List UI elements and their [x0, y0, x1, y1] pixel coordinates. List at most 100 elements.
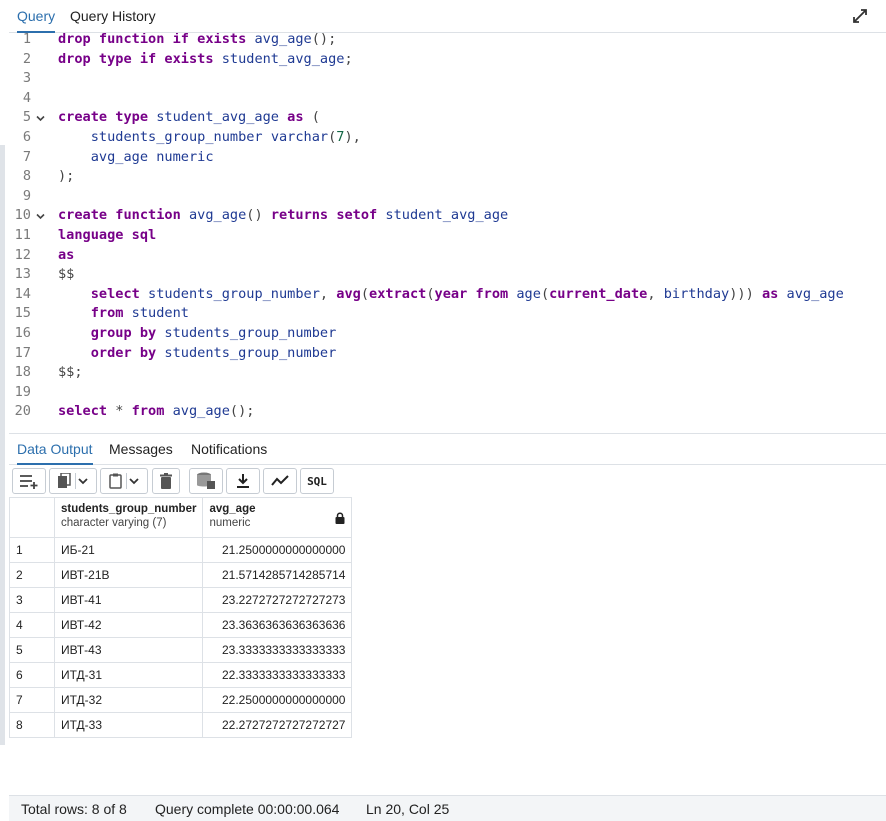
- column-type: numeric: [209, 517, 251, 529]
- sql-editor[interactable]: 1 drop function if exists avg_age(); 2 drop…: [9, 33, 886, 433]
- cell-group-number[interactable]: ИВТ-41: [53, 587, 204, 613]
- code-token: birthday: [663, 285, 730, 302]
- table-row[interactable]: 1 ИБ-21 21.2500000000000000: [9, 537, 353, 563]
- code-line[interactable]: 4: [9, 89, 886, 109]
- code-token: avg: [336, 285, 361, 302]
- code-line[interactable]: 13 $$: [9, 265, 886, 285]
- row-number-header: [9, 497, 55, 538]
- save-data-button[interactable]: [189, 468, 223, 494]
- code-line[interactable]: 12 as: [9, 246, 886, 266]
- cell-group-number[interactable]: ИБ-21: [53, 537, 204, 563]
- row-number: 1: [9, 537, 55, 563]
- cell-group-number[interactable]: ИТД-33: [53, 712, 204, 738]
- code-line[interactable]: 17 order by students_group_number: [9, 344, 886, 364]
- cell-avg-age[interactable]: 22.3333333333333333: [202, 662, 353, 688]
- code-token: *: [115, 403, 132, 420]
- lock-icon: [335, 512, 345, 527]
- tab-notifications[interactable]: Notifications: [191, 441, 267, 465]
- code-line[interactable]: 7 avg_age numeric: [9, 148, 886, 168]
- code-token: (: [426, 285, 435, 302]
- code-token: order: [90, 344, 140, 361]
- code-line[interactable]: 20 select * from avg_age();: [9, 402, 886, 422]
- paste-button[interactable]: [100, 468, 148, 494]
- code-text: students_group_number varchar(7),: [58, 128, 361, 148]
- code-line[interactable]: 14 select students_group_number, avg(ext…: [9, 285, 886, 305]
- cell-group-number[interactable]: ИВТ-21В: [53, 562, 204, 588]
- cell-avg-age[interactable]: 23.3333333333333333: [202, 637, 353, 663]
- code-token: ))): [729, 285, 762, 302]
- line-number: 20: [14, 403, 31, 420]
- add-row-button[interactable]: [12, 468, 46, 494]
- copy-button[interactable]: [49, 468, 97, 494]
- tab-query-history[interactable]: Query History: [70, 8, 156, 33]
- code-token: (: [540, 285, 550, 302]
- tab-data-output[interactable]: Data Output: [17, 441, 93, 465]
- code-token: type: [98, 50, 140, 67]
- tab-query[interactable]: Query: [17, 8, 56, 33]
- sql-button[interactable]: SQL: [300, 468, 334, 494]
- code-line[interactable]: 6 students_group_number varchar(7),: [9, 128, 886, 148]
- code-line[interactable]: 15 from student: [9, 304, 886, 324]
- code-token: ();: [229, 403, 255, 420]
- code-text: $$: [58, 265, 74, 285]
- code-token: avg_age: [90, 148, 157, 165]
- code-line[interactable]: 18 $$;: [9, 363, 886, 383]
- cell-avg-age[interactable]: 21.2500000000000000: [202, 537, 353, 563]
- table-row[interactable]: 7 ИТД-32 22.2500000000000000: [9, 687, 353, 713]
- cell-avg-age[interactable]: 23.2272727272727273: [202, 587, 353, 613]
- download-button[interactable]: [226, 468, 260, 494]
- line-number: 8: [22, 168, 31, 185]
- code-token: (): [246, 207, 271, 224]
- column-header-students-group-number[interactable]: students_group_number character varying …: [53, 497, 204, 538]
- code-line[interactable]: 8);: [9, 167, 886, 187]
- code-line[interactable]: 1 drop function if exists avg_age();: [9, 33, 886, 50]
- table-row[interactable]: 5 ИВТ-43 23.3333333333333333: [9, 637, 353, 663]
- code-token: $$;: [58, 364, 83, 381]
- line-number: 3: [22, 70, 31, 87]
- trash-icon: [160, 473, 172, 489]
- code-token: student_avg_age: [385, 207, 509, 224]
- cell-group-number[interactable]: ИВТ-43: [53, 637, 204, 663]
- graph-visualiser-button[interactable]: [263, 468, 297, 494]
- code-token: setof: [336, 207, 386, 224]
- row-number: 3: [9, 587, 55, 613]
- table-row[interactable]: 8 ИТД-33 22.2727272727272727: [9, 712, 353, 738]
- line-number: 14: [14, 285, 31, 302]
- code-line[interactable]: 19: [9, 383, 886, 403]
- code-token: as: [287, 109, 312, 126]
- cell-group-number[interactable]: ИТД-32: [53, 687, 204, 713]
- expand-icon[interactable]: [852, 8, 868, 24]
- cell-avg-age[interactable]: 23.3636363636363636: [202, 612, 353, 638]
- code-token: create: [58, 109, 116, 126]
- code-line[interactable]: 9: [9, 187, 886, 207]
- table-row[interactable]: 2 ИВТ-21В 21.5714285714285714: [9, 562, 353, 588]
- delete-row-button[interactable]: [152, 468, 180, 494]
- code-line[interactable]: 5 create type student_avg_age as (: [9, 108, 886, 128]
- add-row-icon: [20, 475, 38, 489]
- row-number: 6: [9, 662, 55, 688]
- column-header-avg-age[interactable]: avg_age numeric: [202, 497, 353, 538]
- cell-avg-age[interactable]: 21.5714285714285714: [202, 562, 353, 588]
- table-row[interactable]: 3 ИВТ-41 23.2272727272727273: [9, 587, 353, 613]
- cell-group-number[interactable]: ИВТ-42: [53, 612, 204, 638]
- table-row[interactable]: 6 ИТД-31 22.3333333333333333: [9, 662, 353, 688]
- tab-messages[interactable]: Messages: [109, 441, 173, 465]
- table-row[interactable]: 4 ИВТ-42 23.3636363636363636: [9, 612, 353, 638]
- code-text: drop function if exists avg_age();: [58, 33, 336, 50]
- code-text: create function avg_age() returns setof …: [58, 206, 508, 226]
- row-number: 5: [9, 637, 55, 663]
- code-line[interactable]: 10 create function avg_age() returns seto…: [9, 206, 886, 226]
- code-line[interactable]: 3: [9, 69, 886, 89]
- code-line[interactable]: 11 language sql: [9, 226, 886, 246]
- code-token: by: [139, 325, 165, 341]
- cell-group-number[interactable]: ИТД-31: [53, 662, 204, 688]
- cell-avg-age[interactable]: 22.2727272727272727: [202, 712, 353, 738]
- row-number: 7: [9, 687, 55, 713]
- code-line[interactable]: 2 drop type if exists student_avg_age;: [9, 50, 886, 70]
- cell-avg-age[interactable]: 22.2500000000000000: [202, 687, 353, 713]
- code-line[interactable]: 16 group by students_group_number: [9, 324, 886, 344]
- code-token: exists: [197, 33, 255, 47]
- code-token: ,: [319, 285, 337, 302]
